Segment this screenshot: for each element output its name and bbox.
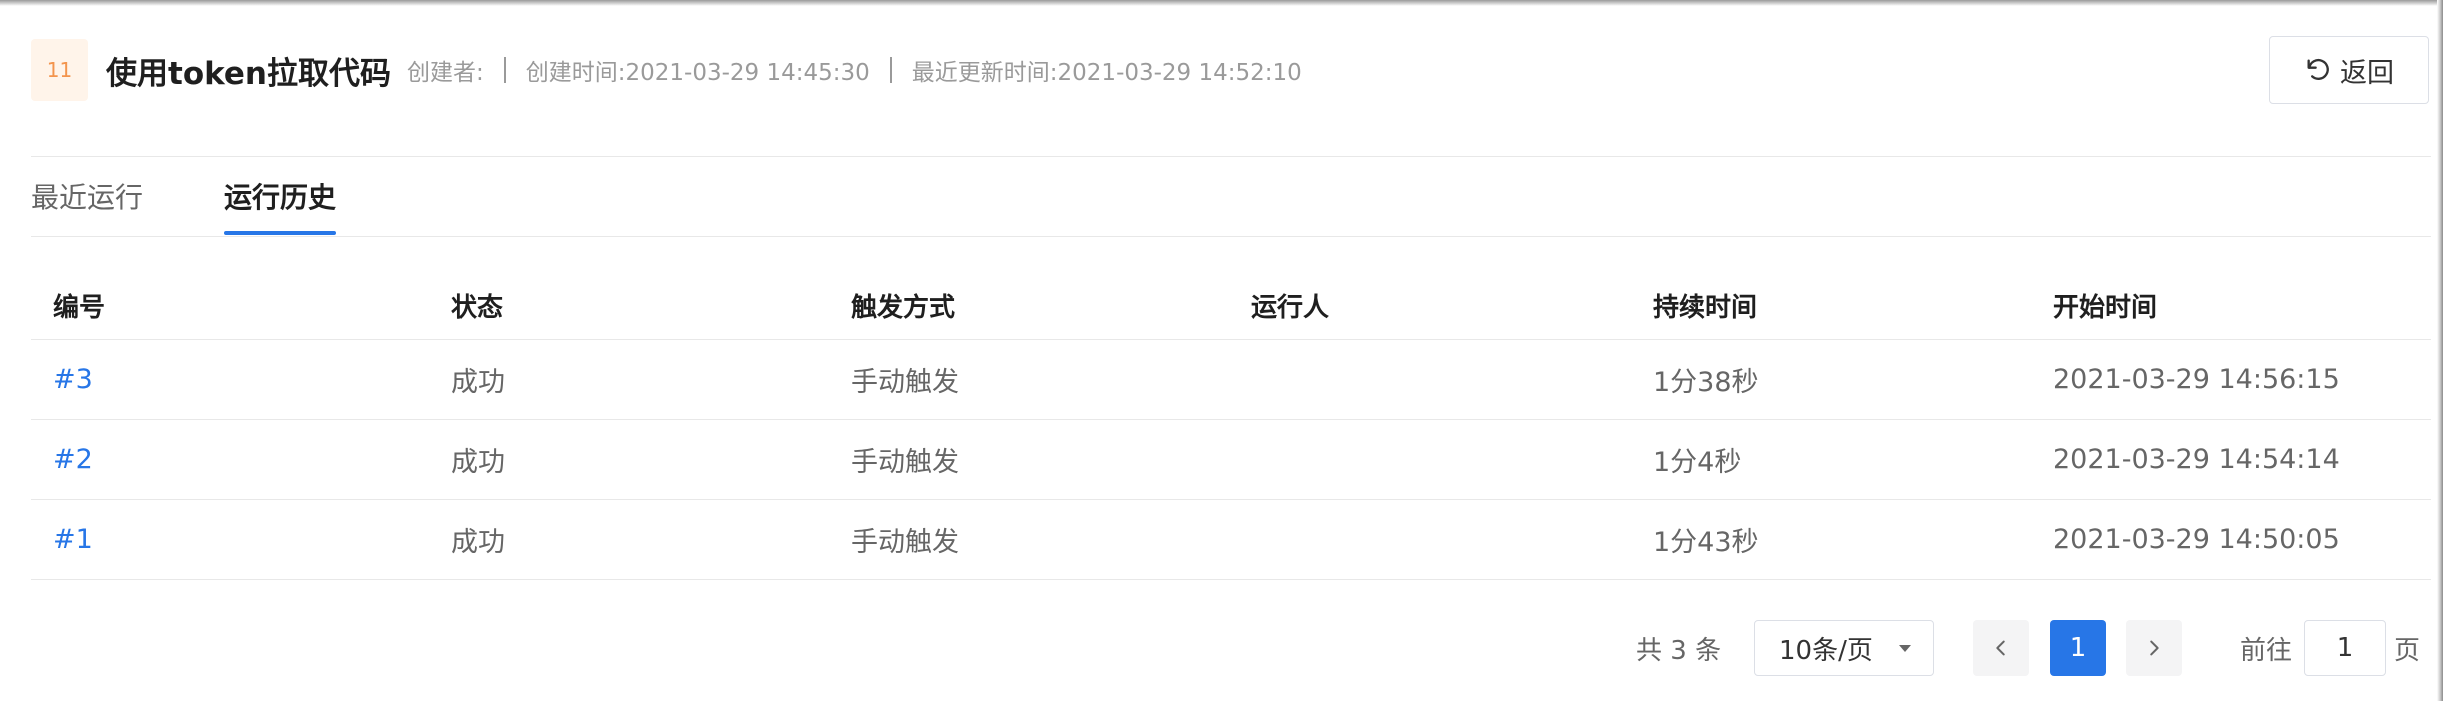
run-status: 成功 (451, 527, 505, 558)
tab-recent-runs[interactable]: 最近运行 (31, 174, 143, 236)
pipeline-header: 11 使用token拉取代码 创建者: 创建时间:2021-03-29 14:4… (31, 36, 2431, 104)
table-row: #3 成功 手动触发 1分38秒 2021-03-29 14:56:15 (31, 340, 2431, 420)
undo-arrow-icon (2307, 58, 2329, 80)
updated-time: 最近更新时间:2021-03-29 14:52:10 (911, 60, 1302, 86)
table-row: #2 成功 手动触发 1分4秒 2021-03-29 14:54:14 (31, 420, 2431, 500)
page-size-select[interactable]: 10条/页 (1754, 620, 1934, 676)
next-page-button[interactable] (2126, 620, 2182, 676)
goto-unit-label: 页 (2394, 635, 2421, 666)
run-status: 成功 (451, 447, 505, 478)
window-top-edge (0, 0, 2443, 6)
back-button-label: 返回 (2340, 57, 2394, 89)
run-duration: 1分4秒 (1653, 447, 1742, 478)
pipeline-meta: 创建者: 创建时间:2021-03-29 14:45:30 最近更新时间:202… (407, 53, 1302, 87)
column-header-runner: 运行人 (1251, 292, 1330, 323)
run-start-time: 2021-03-29 14:50:05 (2053, 524, 2340, 555)
meta-separator (889, 57, 892, 83)
page-size-value: 10条/页 (1779, 635, 1873, 666)
run-id-link[interactable]: #3 (53, 340, 93, 419)
tab-run-history[interactable]: 运行历史 (224, 174, 336, 236)
chevron-left-icon (1996, 640, 2005, 656)
prev-page-button[interactable] (1973, 620, 2029, 676)
pipeline-title: 使用token拉取代码 (106, 55, 391, 92)
window-right-edge (2437, 0, 2443, 701)
pagination-total: 共 3 条 (1636, 635, 1722, 666)
column-header-start-time: 开始时间 (2053, 292, 2158, 323)
column-header-status: 状态 (451, 292, 504, 323)
run-start-time: 2021-03-29 14:54:14 (2053, 444, 2340, 475)
active-tab-indicator (224, 231, 336, 235)
meta-separator (503, 57, 506, 83)
back-button[interactable]: 返回 (2269, 36, 2429, 104)
caret-down-icon (1899, 645, 1911, 652)
column-header-id: 编号 (53, 292, 106, 323)
run-trigger: 手动触发 (851, 367, 959, 398)
run-duration: 1分38秒 (1653, 367, 1759, 398)
created-time: 创建时间:2021-03-29 14:45:30 (525, 60, 870, 86)
run-trigger: 手动触发 (851, 527, 959, 558)
run-duration: 1分43秒 (1653, 527, 1759, 558)
run-id-link[interactable]: #1 (53, 500, 93, 579)
pipeline-id-badge: 11 (31, 39, 88, 101)
tabs-divider (31, 236, 2431, 237)
run-trigger: 手动触发 (851, 447, 959, 478)
run-start-time: 2021-03-29 14:56:15 (2053, 364, 2340, 395)
column-header-duration: 持续时间 (1653, 292, 1758, 323)
table-row: #1 成功 手动触发 1分43秒 2021-03-29 14:50:05 (31, 500, 2431, 580)
header-divider (31, 156, 2431, 157)
chevron-right-icon (2150, 640, 2159, 656)
creator-label: 创建者: (407, 60, 484, 86)
run-id-link[interactable]: #2 (53, 420, 93, 499)
run-history-table: 编号 状态 触发方式 运行人 持续时间 开始时间 #3 成功 手动触发 1分38… (31, 270, 2431, 580)
goto-page-input[interactable] (2304, 620, 2386, 676)
run-status: 成功 (451, 367, 505, 398)
table-header-row: 编号 状态 触发方式 运行人 持续时间 开始时间 (31, 270, 2431, 340)
goto-label: 前往 (2240, 635, 2293, 666)
column-header-trigger: 触发方式 (851, 292, 956, 323)
page-number-current[interactable]: 1 (2050, 620, 2106, 676)
